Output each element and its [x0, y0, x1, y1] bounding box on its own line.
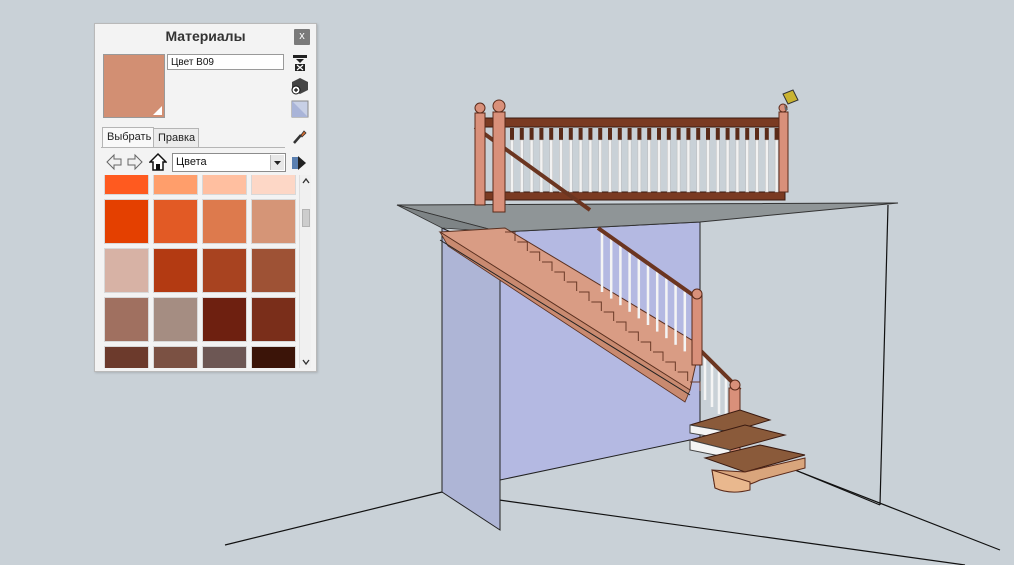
color-swatch[interactable]	[202, 248, 247, 293]
tab-divider	[101, 147, 285, 148]
color-swatch[interactable]	[153, 297, 198, 342]
materials-panel: Материалы x Выбрать Правка Цвета	[94, 23, 317, 372]
upper-railing	[473, 117, 786, 212]
sample-paint-icon[interactable]	[291, 128, 307, 146]
color-swatch-grid	[104, 175, 299, 368]
color-swatch[interactable]	[251, 199, 296, 244]
color-swatch[interactable]	[153, 199, 198, 244]
create-material-icon[interactable]	[291, 54, 309, 72]
ground-edge-right	[794, 469, 1001, 551]
collection-value: Цвета	[176, 156, 207, 168]
color-swatch[interactable]	[104, 346, 149, 368]
color-swatch[interactable]	[153, 346, 198, 368]
close-button[interactable]: x	[294, 29, 310, 45]
forward-arrow-icon[interactable]	[126, 152, 144, 172]
color-swatch[interactable]	[202, 346, 247, 368]
collection-dropdown[interactable]: Цвета	[172, 153, 286, 172]
winder-steps	[688, 409, 806, 493]
color-swatch[interactable]	[251, 346, 296, 368]
paint-bucket-cursor-icon	[782, 89, 799, 110]
current-material-swatch	[103, 54, 165, 118]
color-swatch[interactable]	[104, 297, 149, 342]
color-swatch[interactable]	[104, 199, 149, 244]
color-swatch[interactable]	[153, 248, 198, 293]
tab-select[interactable]: Выбрать	[102, 127, 154, 148]
color-swatch[interactable]	[202, 199, 247, 244]
color-swatch[interactable]	[251, 175, 296, 195]
color-swatch[interactable]	[202, 175, 247, 195]
swatch-scrollbar[interactable]	[299, 175, 311, 368]
scroll-down-icon[interactable]	[300, 357, 312, 367]
scroll-up-icon[interactable]	[300, 176, 312, 186]
swatch-corner-icon	[153, 106, 162, 115]
details-arrow-icon[interactable]	[291, 154, 307, 172]
back-arrow-icon[interactable]	[105, 152, 123, 172]
material-name-field[interactable]	[167, 54, 284, 70]
default-paint-icon[interactable]	[291, 100, 309, 118]
color-swatch[interactable]	[251, 248, 296, 293]
home-icon[interactable]	[149, 152, 167, 172]
color-swatch[interactable]	[104, 175, 149, 195]
scroll-thumb[interactable]	[302, 209, 310, 227]
color-swatch[interactable]	[202, 297, 247, 342]
color-swatch[interactable]	[251, 297, 296, 342]
default-material-icon[interactable]	[291, 77, 309, 95]
tab-edit[interactable]: Правка	[153, 128, 199, 147]
color-swatch[interactable]	[104, 248, 149, 293]
chevron-down-icon[interactable]	[270, 155, 284, 170]
panel-title: Материалы	[165, 28, 246, 44]
ground-plane	[224, 491, 966, 565]
color-swatch[interactable]	[153, 175, 198, 195]
